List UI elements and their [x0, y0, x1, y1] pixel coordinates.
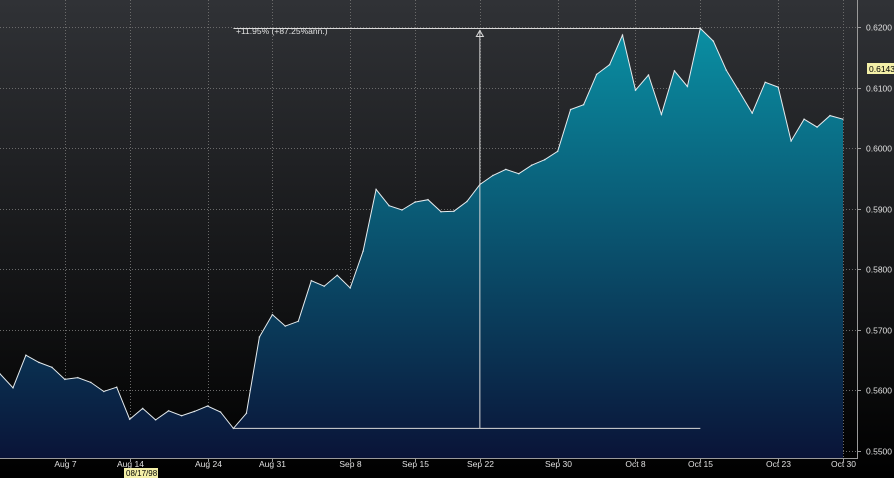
y-tick-label: 0.5700 — [866, 326, 892, 336]
data-point — [725, 69, 728, 72]
data-point — [608, 63, 611, 66]
data-point — [777, 86, 780, 88]
data-point — [388, 204, 390, 207]
x-tick-label: Oct 8 — [625, 459, 646, 469]
data-point — [89, 381, 92, 384]
data-point — [141, 407, 144, 410]
x-tick-label: Oct 23 — [766, 459, 791, 469]
data-point — [245, 412, 248, 415]
data-point — [660, 113, 663, 116]
data-point — [414, 201, 416, 204]
y-tick-label: 0.6200 — [866, 23, 892, 33]
data-point — [401, 209, 403, 211]
data-point — [764, 81, 767, 84]
y-tick-label: 0.6000 — [866, 144, 892, 154]
data-point — [491, 174, 494, 177]
data-point — [63, 378, 66, 381]
cursor-date-tag: 08/17/98 — [124, 468, 158, 478]
data-point — [193, 410, 196, 413]
cursor-date-value: 08/17/98 — [126, 469, 158, 478]
data-point — [206, 405, 209, 407]
x-tick-label: Aug 24 — [195, 459, 222, 469]
data-point — [154, 419, 157, 421]
data-point — [375, 188, 377, 191]
x-tick-label: Sep 22 — [467, 459, 494, 469]
y-tick-label: 0.5900 — [866, 205, 892, 215]
data-point — [790, 140, 792, 142]
last-price-tag: 0.6143 — [867, 63, 894, 74]
data-point — [504, 168, 507, 171]
x-tick-label: Aug 14 — [117, 459, 144, 469]
data-point — [582, 103, 585, 106]
fx-area-chart: 0.5500 0.5600 0.5700 0.5800 0.5900 0.6000 0.61… — [0, 0, 894, 478]
y-tick-label: 0.5600 — [866, 386, 892, 396]
data-point — [349, 287, 352, 289]
x-tick-label: Sep 30 — [545, 459, 572, 469]
data-point — [517, 172, 520, 175]
data-point — [816, 126, 818, 128]
data-point — [310, 279, 313, 282]
x-tick-label: Aug 7 — [54, 459, 76, 469]
data-point — [440, 210, 442, 213]
data-point — [25, 354, 27, 357]
data-point — [621, 34, 624, 36]
y-tick-label: 0.5800 — [866, 265, 892, 275]
data-point — [284, 325, 287, 327]
y-tick-label: 0.6100 — [866, 84, 892, 94]
data-point — [453, 210, 455, 213]
data-point — [803, 118, 805, 121]
data-point — [258, 336, 261, 338]
data-point — [673, 69, 676, 72]
data-point — [38, 361, 40, 364]
x-tick-label: Aug 31 — [259, 459, 286, 469]
data-point — [466, 200, 468, 203]
data-point — [336, 274, 339, 277]
change-annotation: +11.95% (+87.25%ann.) — [236, 26, 328, 36]
data-point — [297, 320, 300, 323]
data-point — [530, 164, 533, 167]
data-point — [829, 114, 831, 117]
y-tick-label: 0.5500 — [866, 447, 892, 457]
data-point — [686, 85, 689, 88]
data-point — [712, 40, 715, 42]
data-point — [543, 158, 546, 161]
data-point — [102, 390, 105, 393]
data-point — [362, 250, 364, 253]
data-point — [634, 89, 637, 92]
data-point — [842, 118, 844, 121]
data-point — [738, 90, 741, 93]
x-tick-label: Oct 15 — [688, 459, 713, 469]
last-price-value: 0.6143 — [869, 64, 894, 74]
data-point — [219, 411, 222, 413]
data-point — [556, 150, 559, 153]
data-point — [180, 414, 183, 417]
data-point — [751, 112, 754, 114]
data-point — [595, 73, 598, 76]
data-point — [51, 366, 53, 369]
data-point — [167, 409, 170, 412]
data-point — [427, 198, 429, 201]
x-tick-label: Sep 15 — [402, 459, 429, 469]
x-tick-label: Oct 30 — [831, 459, 856, 469]
x-tick-label: Sep 8 — [339, 459, 361, 469]
data-point — [323, 285, 326, 288]
data-point — [647, 74, 650, 76]
data-point — [271, 313, 274, 316]
data-point — [12, 386, 14, 389]
data-point — [128, 418, 131, 421]
data-point — [115, 386, 118, 389]
data-point — [76, 376, 79, 379]
data-point — [569, 108, 572, 111]
